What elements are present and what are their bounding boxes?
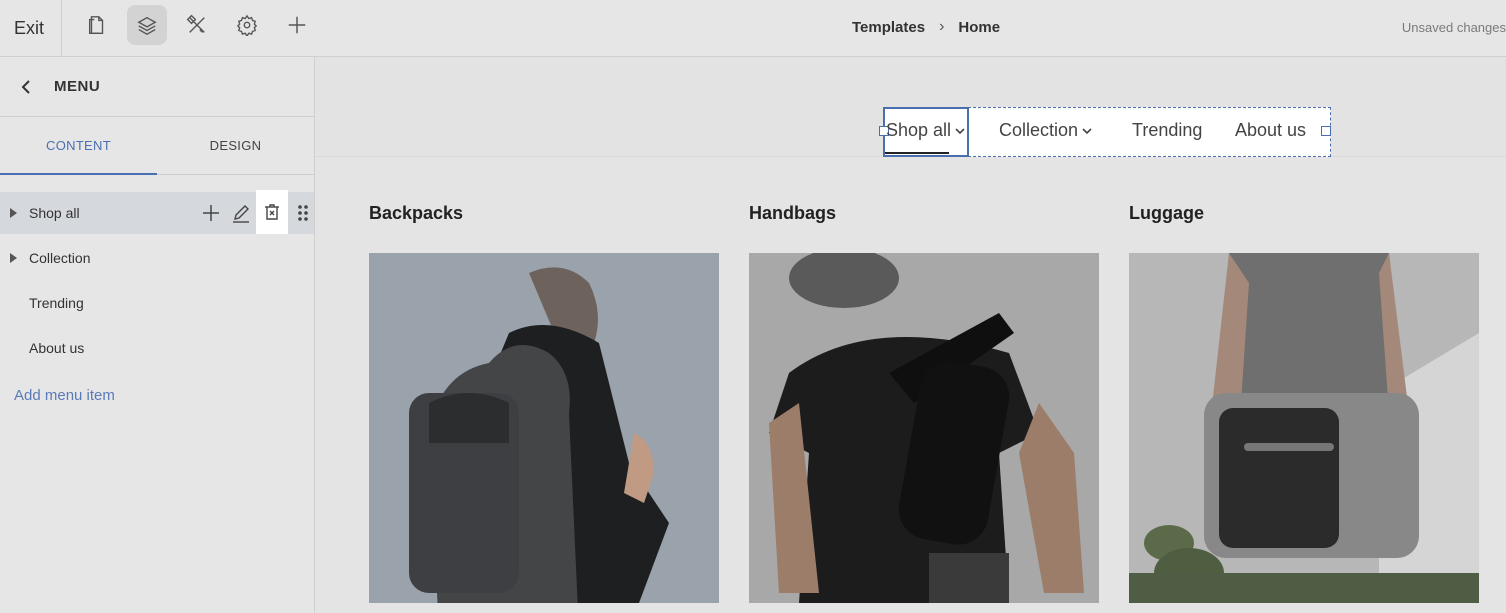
breadcrumb-templates[interactable]: Templates xyxy=(852,19,925,36)
nav-item-trending[interactable]: Trending xyxy=(1132,120,1202,141)
tab-content[interactable]: CONTENT xyxy=(0,117,157,175)
pencil-icon xyxy=(233,205,249,223)
category-title-handbags: Handbags xyxy=(749,203,837,223)
panel-tabs: CONTENT DESIGN xyxy=(0,117,314,175)
category-image-luggage[interactable] xyxy=(1129,253,1479,603)
chevron-down-icon xyxy=(955,127,965,134)
chevron-left-icon[interactable] xyxy=(16,77,36,97)
tab-design[interactable]: DESIGN xyxy=(157,117,314,174)
edit-item-button[interactable] xyxy=(226,192,256,234)
page-canvas: Shop all Collection Trending About us Ba… xyxy=(315,57,1506,613)
row-actions xyxy=(196,190,318,234)
category-title-luggage: Luggage xyxy=(1129,203,1204,223)
nav-item-label: Shop all xyxy=(886,120,952,140)
menu-item-label: Trending xyxy=(29,295,84,311)
exit-button[interactable]: Exit xyxy=(0,0,62,56)
add-menu-item-link[interactable]: Add menu item xyxy=(14,387,115,404)
save-status: Unsaved changes xyxy=(1401,20,1506,35)
layers-icon[interactable] xyxy=(127,5,167,45)
category-image-backpacks[interactable] xyxy=(369,253,719,603)
site-nav-menu[interactable]: Shop all Collection Trending About us xyxy=(879,107,1331,157)
menu-item-label: About us xyxy=(29,340,85,356)
menu-item-label: Shop all xyxy=(29,205,80,221)
nav-item-collection[interactable]: Collection xyxy=(999,120,1092,141)
breadcrumb: Templates › Home xyxy=(852,18,1000,36)
menu-item-shop-all[interactable]: Shop all xyxy=(0,190,314,234)
menu-panel: MENU CONTENT DESIGN Shop all Collection … xyxy=(0,57,315,613)
gear-icon[interactable] xyxy=(227,5,267,45)
nav-item-shop-all[interactable]: Shop all xyxy=(886,120,965,141)
nav-item-about-us[interactable]: About us xyxy=(1235,120,1306,141)
category-title-backpacks: Backpacks xyxy=(369,203,464,223)
panel-title: MENU xyxy=(54,78,101,95)
category-image-handbags[interactable] xyxy=(749,253,1099,603)
add-subitem-button[interactable] xyxy=(196,192,226,234)
resize-handle-right[interactable] xyxy=(1321,126,1331,136)
menu-item-collection[interactable]: Collection xyxy=(0,237,314,279)
menu-item-trending[interactable]: Trending xyxy=(0,282,314,324)
chevron-right-icon: › xyxy=(939,18,945,35)
design-tools-icon[interactable] xyxy=(177,5,217,45)
expand-caret-icon[interactable] xyxy=(10,208,17,218)
trash-icon xyxy=(265,204,279,220)
nav-item-label: About us xyxy=(1235,120,1307,140)
menu-item-about-us[interactable]: About us xyxy=(0,327,314,369)
expand-caret-icon[interactable] xyxy=(10,253,17,263)
breadcrumb-home: Home xyxy=(958,18,1001,36)
nav-item-label: Trending xyxy=(1132,120,1203,140)
menu-item-label: Collection xyxy=(29,250,91,266)
menu-item-list: Shop all Collection Trending About us xyxy=(0,175,314,369)
plus-icon[interactable] xyxy=(277,5,317,45)
drag-handle-icon[interactable] xyxy=(288,192,318,234)
nav-active-underline xyxy=(885,152,949,154)
chevron-down-icon xyxy=(1082,127,1092,134)
plus-icon xyxy=(203,205,219,221)
delete-item-button[interactable] xyxy=(256,190,288,234)
top-toolbar: Exit Templates › Home Unsaved changes xyxy=(0,0,1506,57)
panel-header: MENU xyxy=(0,57,314,117)
page-icon[interactable] xyxy=(77,5,117,45)
nav-item-label: Collection xyxy=(999,120,1079,140)
